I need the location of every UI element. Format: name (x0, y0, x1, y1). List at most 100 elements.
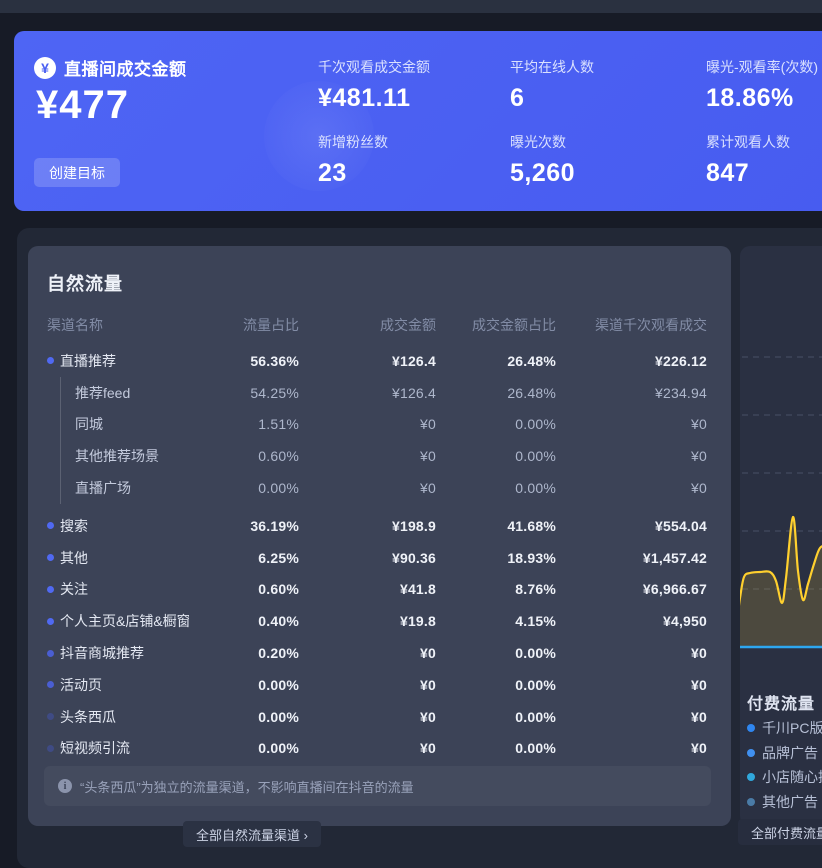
all-natural-channels-button[interactable]: 全部自然流量渠道 › (183, 821, 321, 847)
gmv-share-value: 0.00% (436, 740, 556, 756)
metric-label: 新增粉丝数 (318, 132, 508, 152)
column-header-channel: 渠道名称 (47, 315, 189, 335)
gmv-per-thousand-value: ¥0 (556, 740, 707, 756)
gmv-per-thousand-value: ¥0 (556, 645, 707, 661)
channel-bullet-icon (47, 713, 54, 720)
gmv-value: ¥0 (299, 480, 436, 496)
gmv-per-thousand-value: ¥234.94 (556, 385, 707, 401)
gmv-value: ¥41.8 (299, 581, 436, 597)
traffic-share-value: 0.00% (189, 677, 299, 693)
gmv-per-thousand-value: ¥0 (556, 480, 707, 496)
table-row: 搜索 36.19% ¥198.9 41.68% ¥554.04 (47, 510, 707, 542)
channel-name: 其他推荐场景 (75, 446, 159, 466)
channel-bullet-icon (47, 681, 54, 688)
metric-value: 5,260 (510, 159, 700, 188)
gmv-per-thousand-value: ¥0 (556, 416, 707, 432)
yuan-circle-icon: ¥ (34, 57, 56, 79)
legend-label: 千川PC版 (762, 718, 822, 738)
metric-avg-online-users: 平均在线人数 6 (510, 57, 700, 113)
metric-label: 累计观看人数 (706, 132, 822, 152)
metric-value: 18.86% (706, 84, 822, 113)
gmv-per-thousand-value: ¥0 (556, 677, 707, 693)
channel-bullet-icon (47, 586, 54, 593)
table-row: 推荐feed 54.25% ¥126.4 26.48% ¥234.94 (47, 377, 707, 409)
legend-item[interactable]: 小店随心推 (747, 765, 822, 790)
gmv-value: ¥126.4 (299, 385, 436, 401)
channel-name: 同城 (75, 414, 103, 434)
gmv-per-thousand-value: ¥6,966.67 (556, 581, 707, 597)
sub-row-indent-line (60, 377, 61, 409)
channel-name-cell: 关注 (47, 574, 189, 606)
gmv-share-value: 0.00% (436, 709, 556, 725)
gmv-per-thousand-value: ¥554.04 (556, 518, 707, 534)
create-goal-button[interactable]: 创建目标 (34, 158, 120, 187)
summary-main-value: ¥477 (36, 83, 129, 128)
channel-name-cell: 搜索 (47, 510, 189, 542)
legend-dot-icon (747, 773, 755, 781)
gmv-per-thousand-value: ¥4,950 (556, 613, 707, 629)
channel-name-cell: 其他 (47, 542, 189, 574)
gmv-share-value: 0.00% (436, 416, 556, 432)
natural-traffic-card: 自然流量 渠道名称 流量占比 成交金额 成交金额占比 渠道千次观看成交 直播推荐… (28, 246, 731, 826)
gmv-per-thousand-value: ¥0 (556, 709, 707, 725)
gmv-share-value: 0.00% (436, 480, 556, 496)
legend-item[interactable]: 其他广告 (747, 790, 822, 815)
channel-bullet-icon (47, 618, 54, 625)
metric-gmv-per-thousand-views: 千次观看成交金额 ¥481.11 (318, 57, 508, 113)
channel-name-cell: 直播推荐 (47, 345, 189, 377)
traffic-share-value: 1.51% (189, 416, 299, 432)
all-paid-channels-button[interactable]: 全部付费流量渠道 › (738, 819, 822, 845)
summary-title-row: ¥ 直播间成交金额 (34, 55, 187, 80)
summary-card: ¥ 直播间成交金额 ¥477 创建目标 千次观看成交金额 ¥481.11 平均在… (14, 31, 822, 211)
gmv-share-value: 18.93% (436, 550, 556, 566)
channel-name: 短视频引流 (60, 738, 130, 758)
gmv-value: ¥0 (299, 416, 436, 432)
table-row: 直播广场 0.00% ¥0 0.00% ¥0 (47, 472, 707, 504)
metric-total-viewers: 累计观看人数 847 (706, 132, 822, 188)
table-row: 关注 0.60% ¥41.8 8.76% ¥6,966.67 (47, 574, 707, 606)
traffic-share-value: 0.60% (189, 581, 299, 597)
gmv-value: ¥0 (299, 740, 436, 756)
channel-name: 推荐feed (75, 383, 130, 403)
metric-value: 847 (706, 159, 822, 188)
natural-traffic-rows: 直播推荐 56.36% ¥126.4 26.48% ¥226.12 推荐feed… (47, 345, 707, 764)
gmv-value: ¥198.9 (299, 518, 436, 534)
sub-row-indent-line (60, 409, 61, 441)
traffic-share-value: 0.60% (189, 448, 299, 464)
traffic-share-value: 0.00% (189, 709, 299, 725)
metric-label: 千次观看成交金额 (318, 57, 508, 77)
legend-dot-icon (747, 798, 755, 806)
channel-name-cell: 活动页 (47, 669, 189, 701)
traffic-share-value: 56.36% (189, 353, 299, 369)
gmv-share-value: 26.48% (436, 385, 556, 401)
column-header-traffic-share: 流量占比 (189, 315, 299, 335)
column-header-gmv-share: 成交金额占比 (436, 315, 556, 335)
legend-item[interactable]: 千川PC版 (747, 716, 822, 741)
metric-exposure-count: 曝光次数 5,260 (510, 132, 700, 188)
channel-name: 头条西瓜 (60, 707, 116, 727)
info-icon: i (58, 779, 72, 793)
gmv-value: ¥0 (299, 645, 436, 661)
table-row: 其他 6.25% ¥90.36 18.93% ¥1,457.42 (47, 542, 707, 574)
natural-traffic-title: 自然流量 (47, 270, 123, 296)
table-row: 头条西瓜 0.00% ¥0 0.00% ¥0 (47, 701, 707, 733)
gmv-value: ¥126.4 (299, 353, 436, 369)
table-row: 直播推荐 56.36% ¥126.4 26.48% ¥226.12 (47, 345, 707, 377)
channel-name-cell: 推荐feed (47, 377, 189, 409)
traffic-share-value: 0.00% (189, 480, 299, 496)
legend-dot-icon (747, 724, 755, 732)
column-header-gmv-per-thousand: 渠道千次观看成交 (556, 315, 707, 335)
sub-row-indent-line (60, 440, 61, 472)
channel-bullet-icon (47, 522, 54, 529)
channel-bullet-icon (47, 745, 54, 752)
gmv-share-value: 8.76% (436, 581, 556, 597)
channel-name: 其他 (60, 548, 88, 568)
metric-label: 平均在线人数 (510, 57, 700, 77)
legend-label: 其他广告 (762, 792, 818, 812)
metric-value: 23 (318, 159, 508, 188)
gmv-value: ¥0 (299, 448, 436, 464)
legend-item[interactable]: 品牌广告 (747, 741, 822, 766)
gmv-value: ¥0 (299, 709, 436, 725)
gmv-per-thousand-value: ¥0 (556, 448, 707, 464)
traffic-share-value: 0.20% (189, 645, 299, 661)
